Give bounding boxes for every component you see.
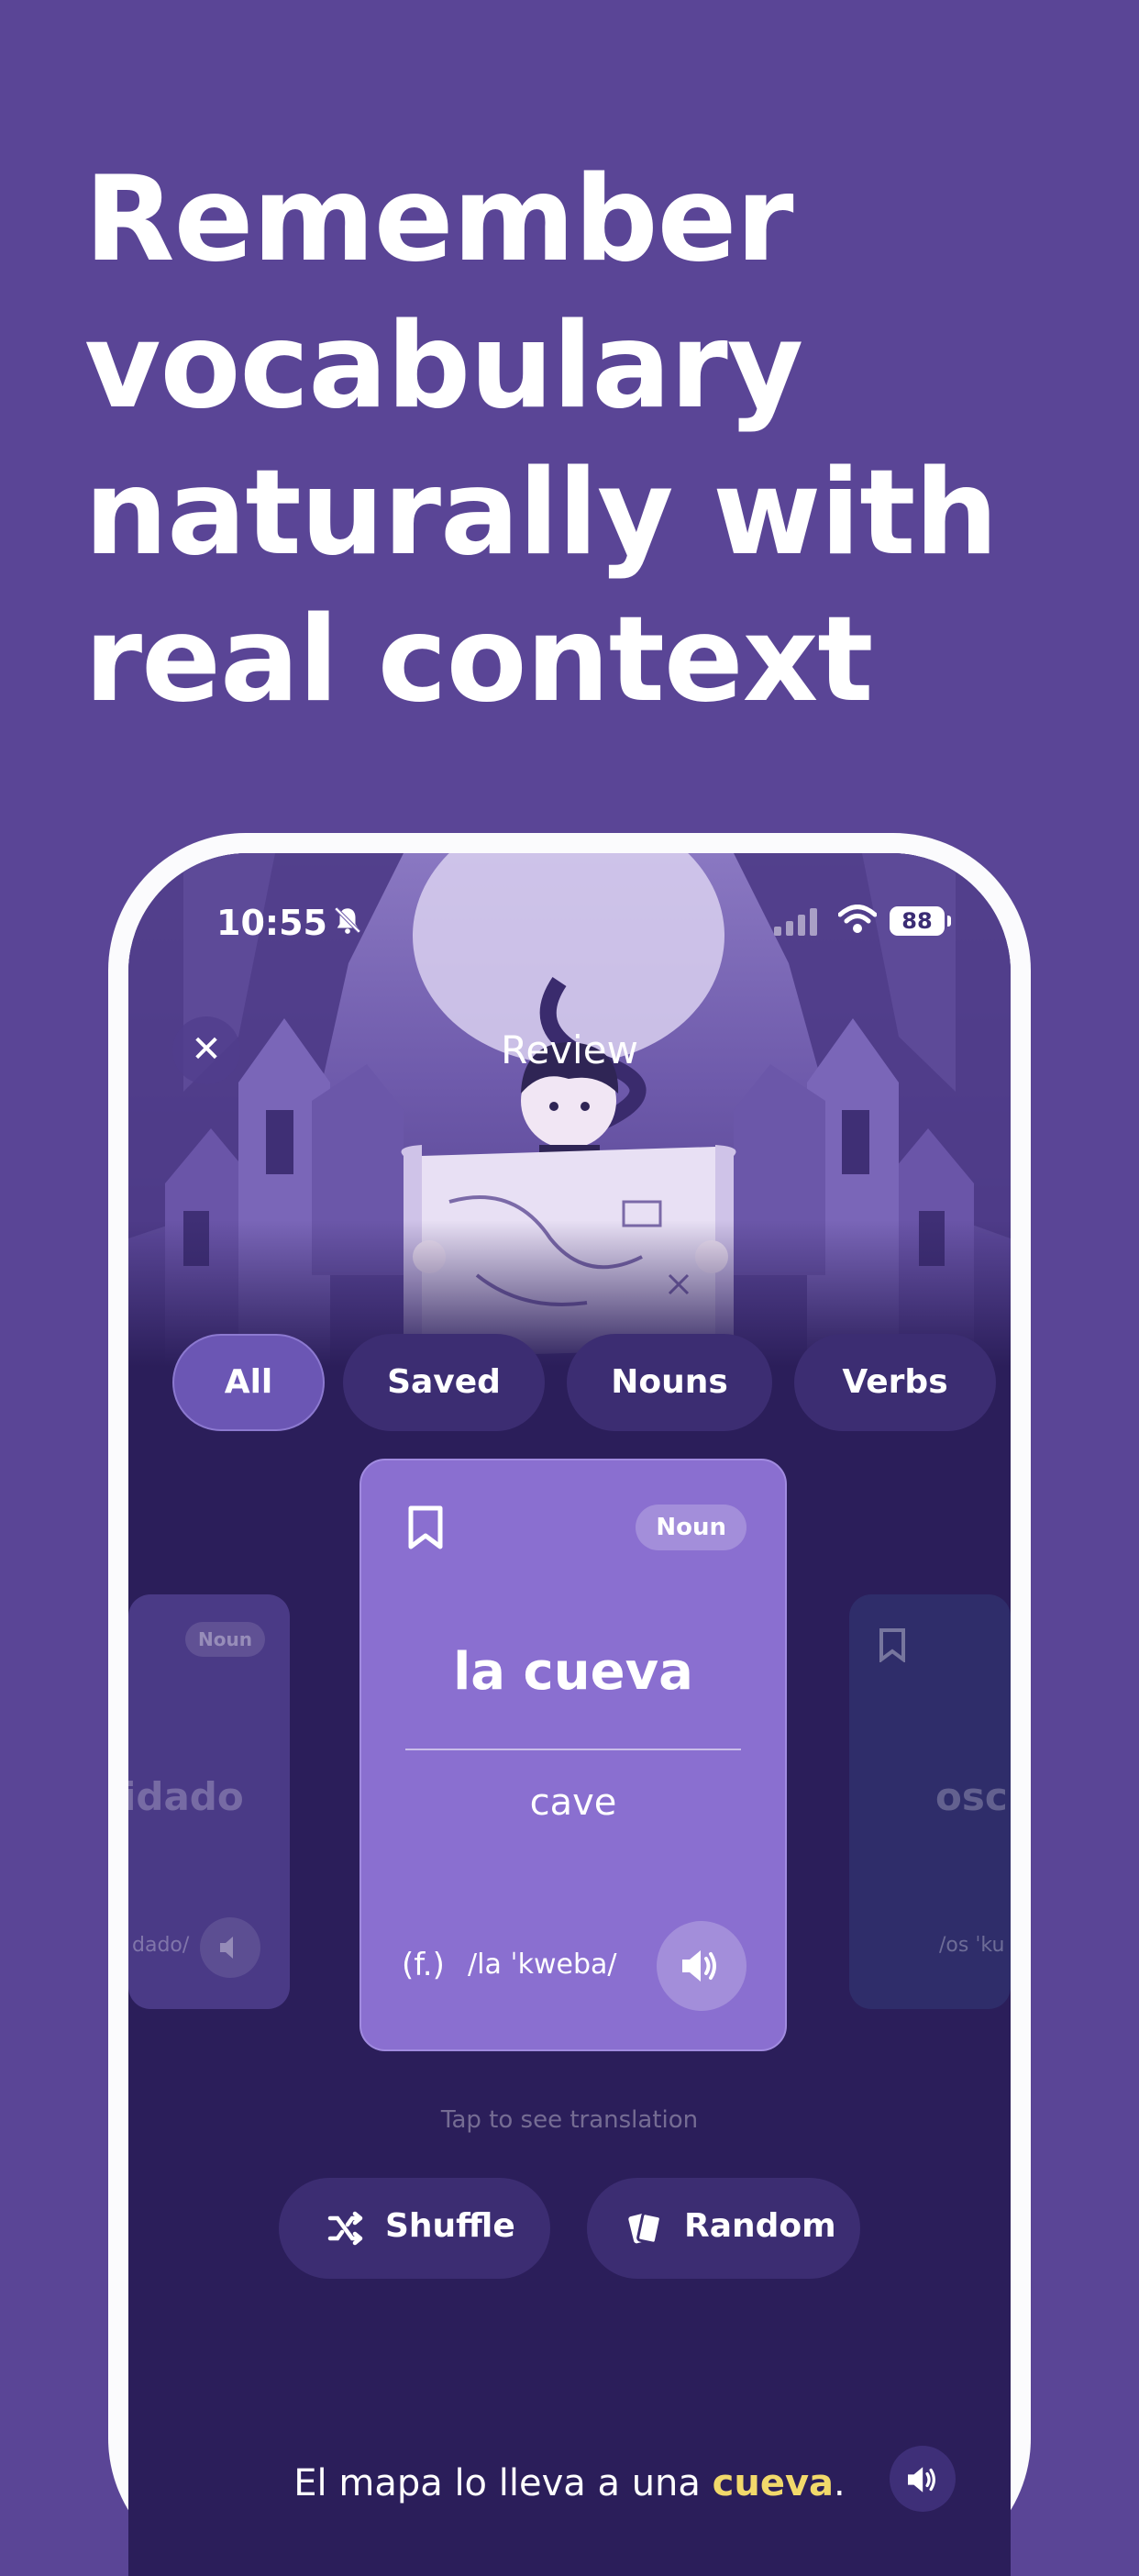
flashcard-pronunciation: /os ˈku	[939, 1934, 1005, 1957]
cards-icon	[628, 2212, 662, 2245]
page-title: Review	[501, 1027, 638, 1072]
example-sentence: El mapa lo lleva a una cueva.	[128, 2462, 1011, 2504]
random-button[interactable]: Random	[587, 2178, 860, 2279]
flashcard-translation: cave	[529, 1782, 617, 1824]
shuffle-icon	[327, 2211, 363, 2246]
flashcard-divider	[405, 1749, 741, 1750]
part-of-speech-badge: Noun	[636, 1505, 746, 1550]
flashcard-previous[interactable]: Noun idado dado/	[128, 1594, 290, 2009]
flashcard-word: oscu	[935, 1774, 1011, 1819]
flashcard-current[interactable]: Noun la cueva cave (f.) /la ˈkweba/	[359, 1459, 787, 2051]
part-of-speech-badge: Noun	[185, 1622, 265, 1657]
bookmark-icon	[879, 1627, 906, 1666]
phone-screen: 10:55 88 ✕ Review All Saved Nouns Verbs …	[128, 853, 1011, 2576]
headline: Remember vocabulary naturally with real …	[84, 147, 1056, 734]
filter-chips: All Saved Nouns Verbs	[172, 1334, 1011, 1433]
status-bar: 10:55 88	[128, 899, 1011, 954]
wifi-icon	[837, 905, 878, 938]
flashcard-next[interactable]: oscu /os ˈku	[849, 1594, 1011, 2009]
battery-indicator: 88	[890, 906, 951, 936]
speaker-icon[interactable]	[200, 1917, 260, 1978]
flashcard-word: idado	[128, 1774, 244, 1819]
status-time: 10:55	[216, 903, 327, 943]
shuffle-button[interactable]: Shuffle	[279, 2178, 550, 2279]
flashcard-pronunciation: /la ˈkweba/	[468, 1949, 617, 1981]
headline-line: vocabulary	[84, 298, 803, 435]
filter-chip-saved[interactable]: Saved	[343, 1334, 545, 1431]
example-sentence-end: .	[834, 2462, 846, 2504]
filter-chip-nouns[interactable]: Nouns	[567, 1334, 772, 1431]
play-audio-button[interactable]	[657, 1921, 746, 2011]
sentence-audio-button[interactable]	[890, 2446, 956, 2512]
flashcard-word: la cueva	[453, 1642, 693, 1702]
filter-chip-verbs[interactable]: Verbs	[794, 1334, 996, 1431]
headline-line: naturally with	[84, 445, 999, 582]
shuffle-label: Shuffle	[385, 2207, 515, 2245]
bell-slash-icon	[332, 905, 363, 939]
phone-frame: 10:55 88 ✕ Review All Saved Nouns Verbs …	[108, 833, 1031, 2576]
speaker-icon	[908, 2467, 935, 2493]
grammatical-gender: (f.)	[402, 1947, 445, 1983]
filter-chip-all[interactable]: All	[172, 1334, 325, 1431]
bookmark-icon[interactable]	[407, 1505, 444, 1554]
highlighted-word: cueva	[712, 2462, 835, 2504]
speaker-icon	[682, 1950, 716, 1982]
flashcard-pronunciation: dado/	[132, 1934, 190, 1957]
tap-hint: Tap to see translation	[440, 2106, 699, 2134]
headline-line: Remember	[84, 151, 794, 288]
random-label: Random	[684, 2207, 836, 2245]
cellular-signal-icon	[774, 908, 820, 939]
headline-line: real context	[84, 592, 873, 728]
example-sentence-text: El mapa lo lleva a una	[293, 2462, 713, 2504]
